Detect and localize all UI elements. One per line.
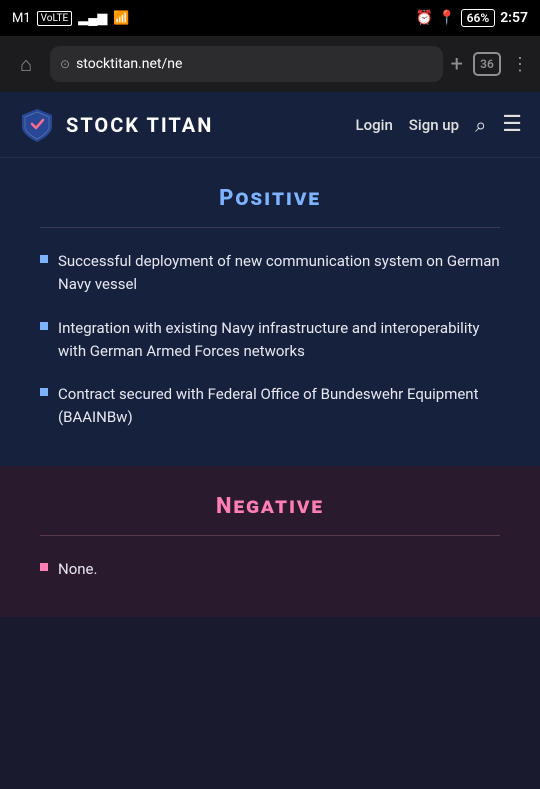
hamburger-menu-icon[interactable]: ☰ (502, 112, 522, 137)
login-link[interactable]: Login (356, 116, 393, 134)
site-header: STOCK TITAN Login Sign up ⌕ ☰ (0, 92, 540, 158)
bullet-icon (40, 388, 48, 396)
list-item: Successful deployment of new communicati… (40, 250, 500, 297)
search-icon[interactable]: ⌕ (475, 113, 486, 137)
status-bar: M1 VoLTE ▂▄▆ 📶 ⏰ 📍 66% 2:57 (0, 0, 540, 36)
site-nav: Login Sign up ⌕ ☰ (356, 112, 523, 137)
time-display: 2:57 (500, 10, 528, 26)
battery-indicator: 66% (461, 9, 496, 27)
browser-bar: ⌂ ⊙ stocktitan.net/ne + 36 ⋮ (0, 36, 540, 92)
new-tab-button[interactable]: + (451, 52, 463, 77)
volte-badge: VoLTE (37, 11, 73, 26)
negative-bullet-list: None. (40, 558, 500, 581)
wifi-icon: 📶 (113, 11, 129, 26)
status-right: ⏰ 📍 66% 2:57 (416, 9, 528, 27)
list-item: None. (40, 558, 500, 581)
location-icon: 📍 (438, 10, 455, 26)
positive-section-title: Positive (40, 186, 500, 211)
site-name-text: STOCK TITAN (66, 113, 213, 137)
home-icon: ⌂ (20, 52, 32, 77)
alarm-icon: ⏰ (416, 10, 433, 26)
bullet-icon (40, 322, 48, 330)
browser-menu-button[interactable]: ⋮ (511, 54, 530, 75)
bullet-text: Successful deployment of new communicati… (58, 250, 500, 297)
status-left: M1 VoLTE ▂▄▆ 📶 (12, 10, 130, 26)
logo-shield-icon (18, 106, 56, 144)
negative-section: Negative None. (0, 466, 540, 617)
positive-section: Positive Successful deployment of new co… (0, 158, 540, 466)
list-item: Integration with existing Navy infrastru… (40, 317, 500, 364)
bullet-text: Contract secured with Federal Office of … (58, 383, 500, 430)
home-button[interactable]: ⌂ (10, 48, 42, 80)
positive-divider (40, 227, 500, 228)
bullet-text: Integration with existing Navy infrastru… (58, 317, 500, 364)
main-content: Positive Successful deployment of new co… (0, 158, 540, 617)
signup-link[interactable]: Sign up (409, 116, 459, 134)
site-logo[interactable]: STOCK TITAN (18, 106, 213, 144)
tab-count-badge[interactable]: 36 (473, 52, 501, 76)
url-bar[interactable]: ⊙ stocktitan.net/ne (50, 46, 443, 82)
list-item: Contract secured with Federal Office of … (40, 383, 500, 430)
bullet-icon (40, 255, 48, 263)
carrier-text: M1 (12, 11, 31, 26)
url-text: stocktitan.net/ne (76, 56, 182, 72)
negative-divider (40, 535, 500, 536)
bullet-text: None. (58, 558, 97, 581)
browser-actions: + 36 ⋮ (451, 52, 530, 77)
bullet-icon (40, 563, 48, 571)
positive-bullet-list: Successful deployment of new communicati… (40, 250, 500, 430)
signal-icon: ▂▄▆ (78, 10, 107, 26)
site-icon: ⊙ (60, 57, 70, 71)
negative-section-title: Negative (40, 494, 500, 519)
